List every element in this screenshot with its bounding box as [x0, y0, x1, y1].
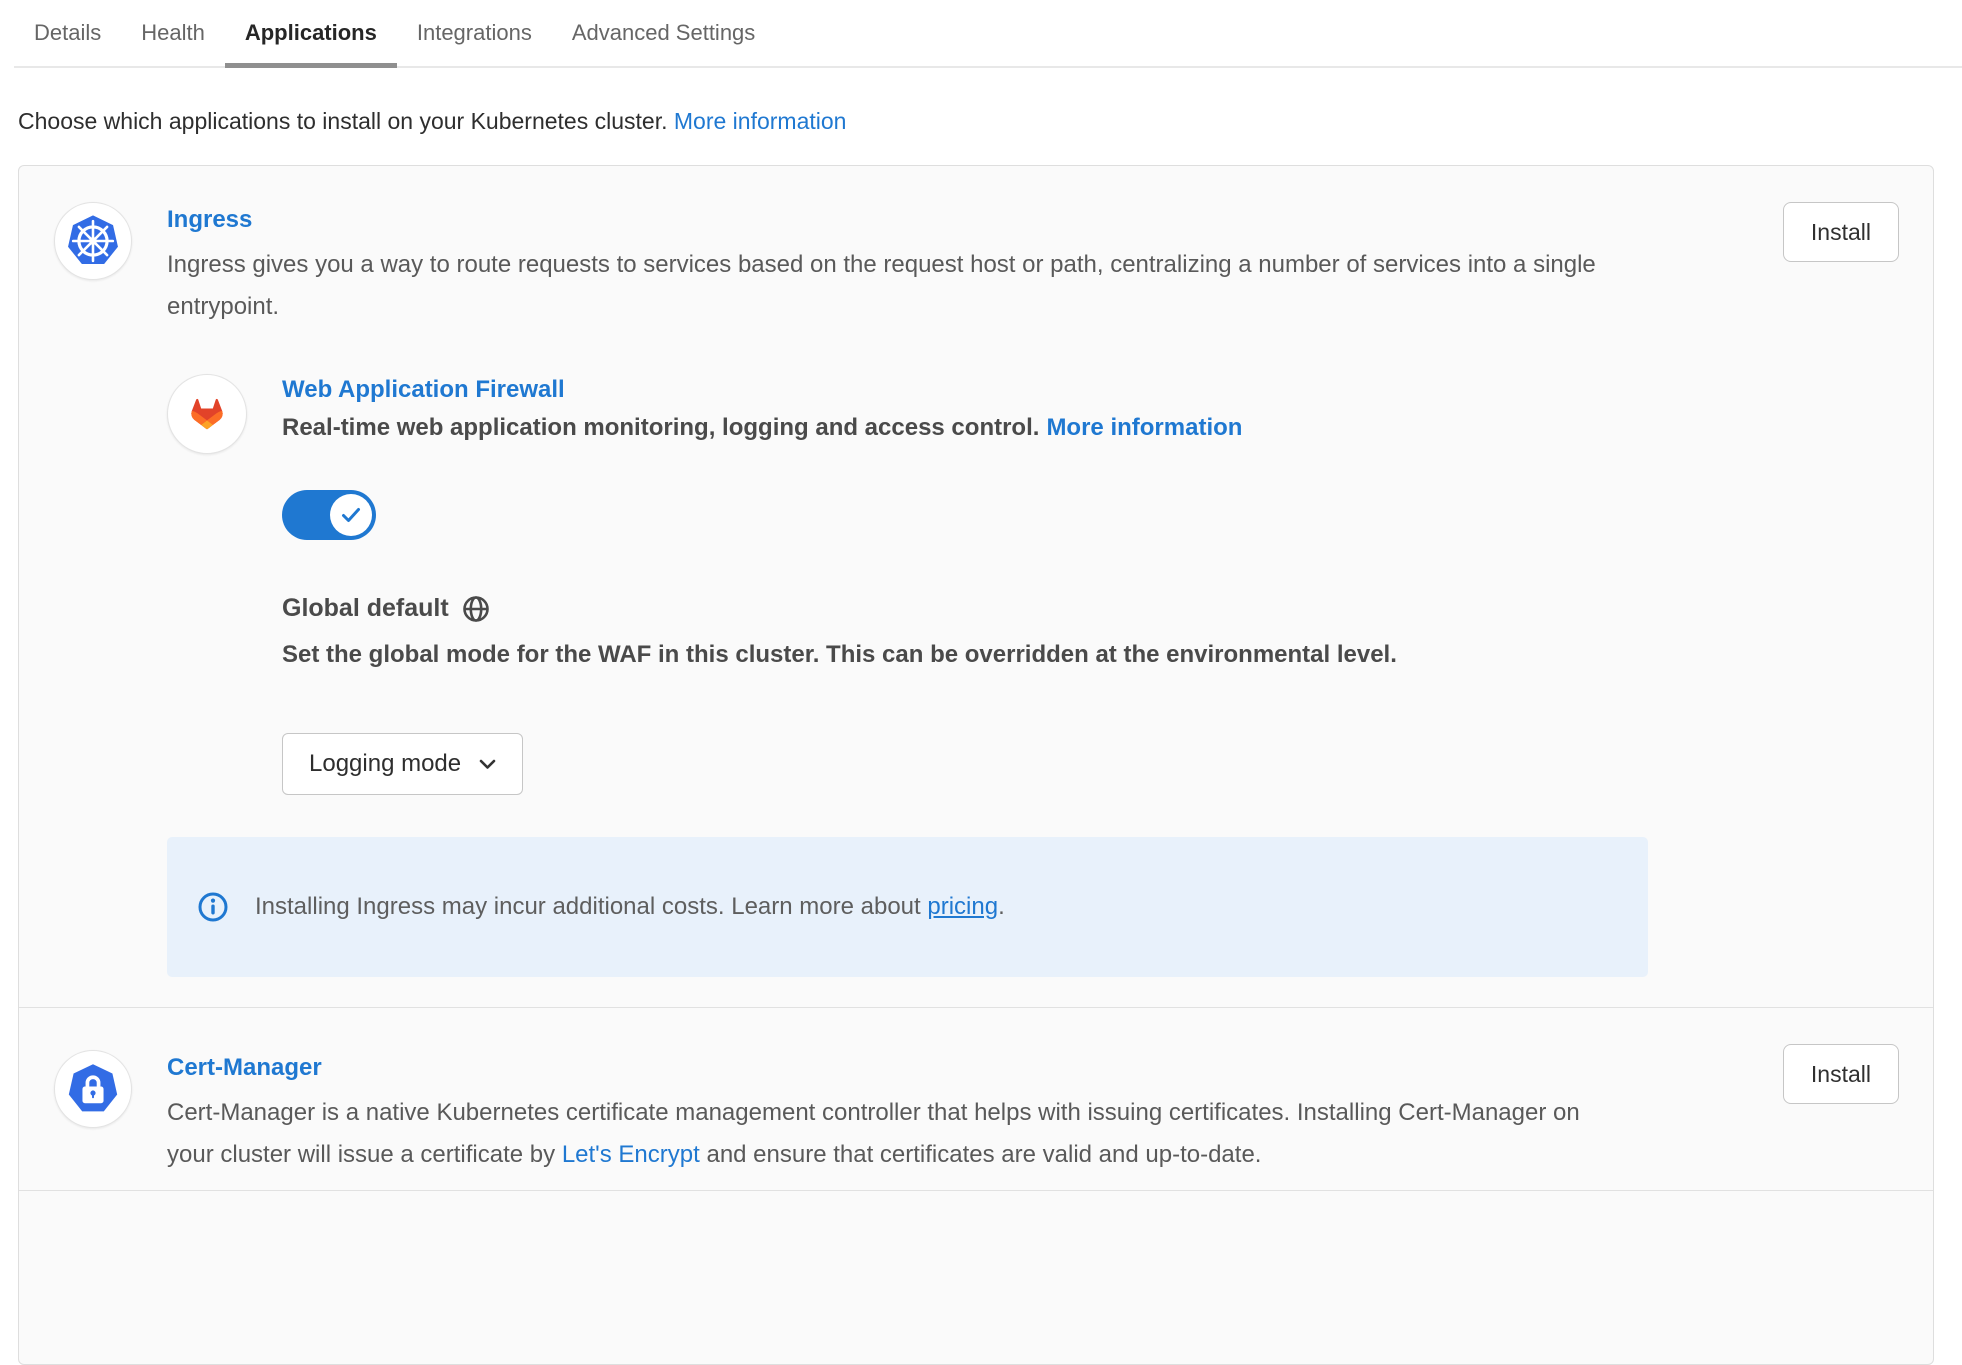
waf-global-default-help: Set the global mode for the WAF in this … [282, 641, 1397, 669]
globe-icon [462, 595, 490, 623]
chevron-down-icon [479, 759, 496, 770]
lets-encrypt-link[interactable]: Let's Encrypt [562, 1141, 700, 1168]
alert-text-before: Installing Ingress may incur additional … [255, 893, 927, 920]
cert-manager-content: Cert-Manager Cert-Manager is a native Ku… [167, 1050, 1733, 1191]
tab-integrations[interactable]: Integrations [397, 10, 552, 66]
waf-mode-dropdown[interactable]: Logging mode [282, 733, 523, 795]
pricing-link[interactable]: pricing [927, 893, 998, 920]
tab-applications[interactable]: Applications [225, 10, 397, 66]
ingress-section: Ingress Ingress gives you a way to route… [19, 166, 1933, 1007]
waf-global-default-label: Global default [282, 594, 1397, 623]
cert-manager-description: Cert-Manager is a native Kubernetes cert… [167, 1092, 1612, 1176]
cert-manager-install-button[interactable]: Install [1783, 1044, 1899, 1104]
cert-manager-lock-icon [54, 1050, 132, 1128]
waf-description: Real-time web application monitoring, lo… [282, 414, 1397, 442]
cert-description-after: and ensure that certificates are valid a… [700, 1141, 1262, 1168]
bottom-divider [19, 1190, 1933, 1191]
ingress-content: Ingress Ingress gives you a way to route… [167, 202, 1733, 977]
kubernetes-helm-icon [54, 202, 132, 280]
more-information-link[interactable]: More information [674, 108, 847, 134]
gitlab-tanuki-icon [167, 374, 247, 454]
ingress-install-button[interactable]: Install [1783, 202, 1899, 262]
waf-mode-selected: Logging mode [309, 750, 461, 778]
waf-global-default-text: Global default [282, 594, 449, 623]
check-icon [341, 507, 361, 523]
cluster-tab-bar: Details Health Applications Integrations… [14, 0, 1962, 68]
intro-text: Choose which applications to install on … [18, 108, 1962, 135]
waf-title: Web Application Firewall [282, 376, 1397, 404]
ingress-title: Ingress [167, 206, 1733, 234]
tab-advanced-settings[interactable]: Advanced Settings [552, 10, 775, 66]
intro-text-body: Choose which applications to install on … [18, 108, 667, 134]
waf-toggle-knob [330, 494, 372, 536]
tab-details[interactable]: Details [14, 10, 121, 66]
waf-section: Web Application Firewall Real-time web a… [167, 374, 1733, 795]
ingress-cost-alert-text: Installing Ingress may incur additional … [255, 893, 1005, 921]
info-icon [197, 891, 229, 923]
cert-manager-title: Cert-Manager [167, 1054, 1733, 1082]
waf-description-text: Real-time web application monitoring, lo… [282, 414, 1039, 441]
cert-manager-section: Cert-Manager Cert-Manager is a native Ku… [19, 1008, 1933, 1191]
waf-toggle[interactable] [282, 490, 376, 540]
tab-health[interactable]: Health [121, 10, 225, 66]
ingress-cost-alert: Installing Ingress may incur additional … [167, 837, 1648, 977]
waf-more-information-link[interactable]: More information [1046, 414, 1242, 441]
ingress-description: Ingress gives you a way to route request… [167, 244, 1657, 328]
alert-text-after: . [998, 893, 1005, 920]
waf-content: Web Application Firewall Real-time web a… [282, 374, 1397, 795]
applications-card: Ingress Ingress gives you a way to route… [18, 165, 1934, 1365]
